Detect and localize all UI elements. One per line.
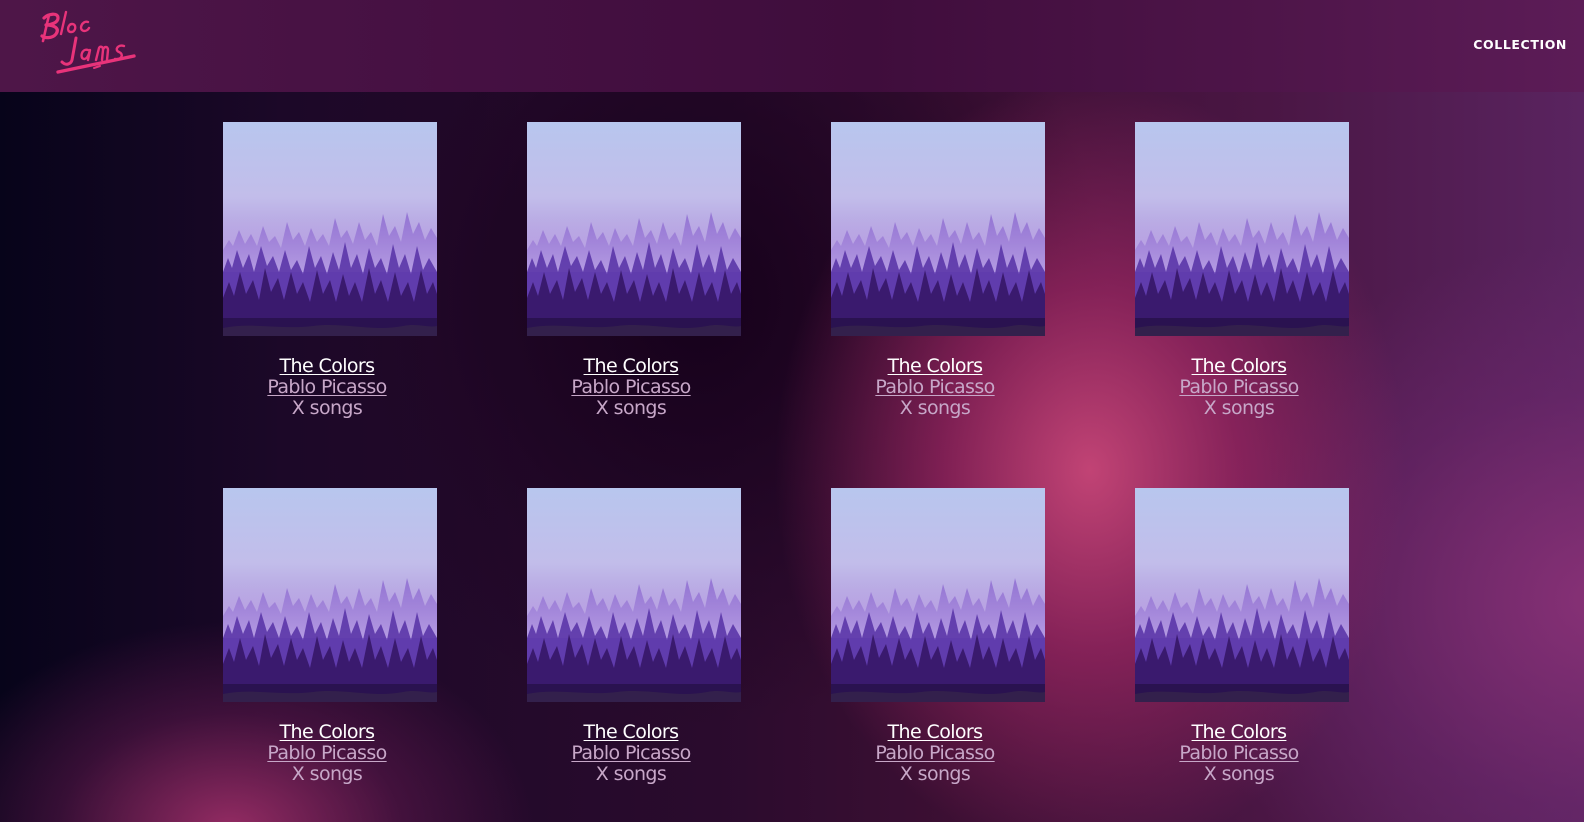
album-cover-link[interactable]: [831, 122, 1045, 336]
album-artist-link[interactable]: Pablo Picasso: [825, 743, 1045, 764]
album-artist-link[interactable]: Pablo Picasso: [521, 743, 741, 764]
album-card: The Colors Pablo Picasso X songs: [223, 122, 437, 419]
album-artist-link[interactable]: Pablo Picasso: [217, 377, 437, 398]
album-caption: The Colors Pablo Picasso X songs: [527, 722, 741, 785]
album-title-link[interactable]: The Colors: [825, 356, 1045, 377]
misty-forest-cover-icon: [1135, 488, 1349, 702]
album-title-link[interactable]: The Colors: [217, 722, 437, 743]
album-cover-link[interactable]: [527, 488, 741, 702]
album-song-count: X songs: [291, 763, 363, 785]
album-cover-link[interactable]: [527, 122, 741, 336]
misty-forest-cover-icon: [1135, 122, 1349, 336]
album-card: The Colors Pablo Picasso X songs: [527, 122, 741, 419]
album-caption: The Colors Pablo Picasso X songs: [1135, 356, 1349, 419]
album-collection-grid: The Colors Pablo Picasso X songs The Col…: [0, 0, 1584, 822]
album-song-count: X songs: [595, 397, 667, 419]
album-card: The Colors Pablo Picasso X songs: [1135, 122, 1349, 419]
album-cover-link[interactable]: [1135, 122, 1349, 336]
misty-forest-cover-icon: [831, 122, 1045, 336]
album-title-link[interactable]: The Colors: [521, 722, 741, 743]
album-title-link[interactable]: The Colors: [217, 356, 437, 377]
album-cover-link[interactable]: [223, 488, 437, 702]
album-song-count: X songs: [899, 397, 971, 419]
album-card: The Colors Pablo Picasso X songs: [831, 122, 1045, 419]
misty-forest-cover-icon: [527, 488, 741, 702]
album-caption: The Colors Pablo Picasso X songs: [223, 356, 437, 419]
album-caption: The Colors Pablo Picasso X songs: [1135, 722, 1349, 785]
album-card: The Colors Pablo Picasso X songs: [831, 488, 1045, 785]
album-cover-link[interactable]: [831, 488, 1045, 702]
album-caption: The Colors Pablo Picasso X songs: [223, 722, 437, 785]
album-song-count: X songs: [1203, 397, 1275, 419]
album-caption: The Colors Pablo Picasso X songs: [831, 722, 1045, 785]
album-caption: The Colors Pablo Picasso X songs: [831, 356, 1045, 419]
album-song-count: X songs: [1203, 763, 1275, 785]
album-card: The Colors Pablo Picasso X songs: [527, 488, 741, 785]
album-title-link[interactable]: The Colors: [825, 722, 1045, 743]
album-artist-link[interactable]: Pablo Picasso: [521, 377, 741, 398]
album-title-link[interactable]: The Colors: [1129, 356, 1349, 377]
album-artist-link[interactable]: Pablo Picasso: [1129, 377, 1349, 398]
album-cover-link[interactable]: [1135, 488, 1349, 702]
album-artist-link[interactable]: Pablo Picasso: [1129, 743, 1349, 764]
album-song-count: X songs: [899, 763, 971, 785]
album-song-count: X songs: [291, 397, 363, 419]
album-card: The Colors Pablo Picasso X songs: [1135, 488, 1349, 785]
album-title-link[interactable]: The Colors: [1129, 722, 1349, 743]
album-song-count: X songs: [595, 763, 667, 785]
album-cover-link[interactable]: [223, 122, 437, 336]
misty-forest-cover-icon: [527, 122, 741, 336]
album-artist-link[interactable]: Pablo Picasso: [825, 377, 1045, 398]
misty-forest-cover-icon: [831, 488, 1045, 702]
album-caption: The Colors Pablo Picasso X songs: [527, 356, 741, 419]
misty-forest-cover-icon: [223, 488, 437, 702]
album-title-link[interactable]: The Colors: [521, 356, 741, 377]
album-artist-link[interactable]: Pablo Picasso: [217, 743, 437, 764]
misty-forest-cover-icon: [223, 122, 437, 336]
album-card: The Colors Pablo Picasso X songs: [223, 488, 437, 785]
